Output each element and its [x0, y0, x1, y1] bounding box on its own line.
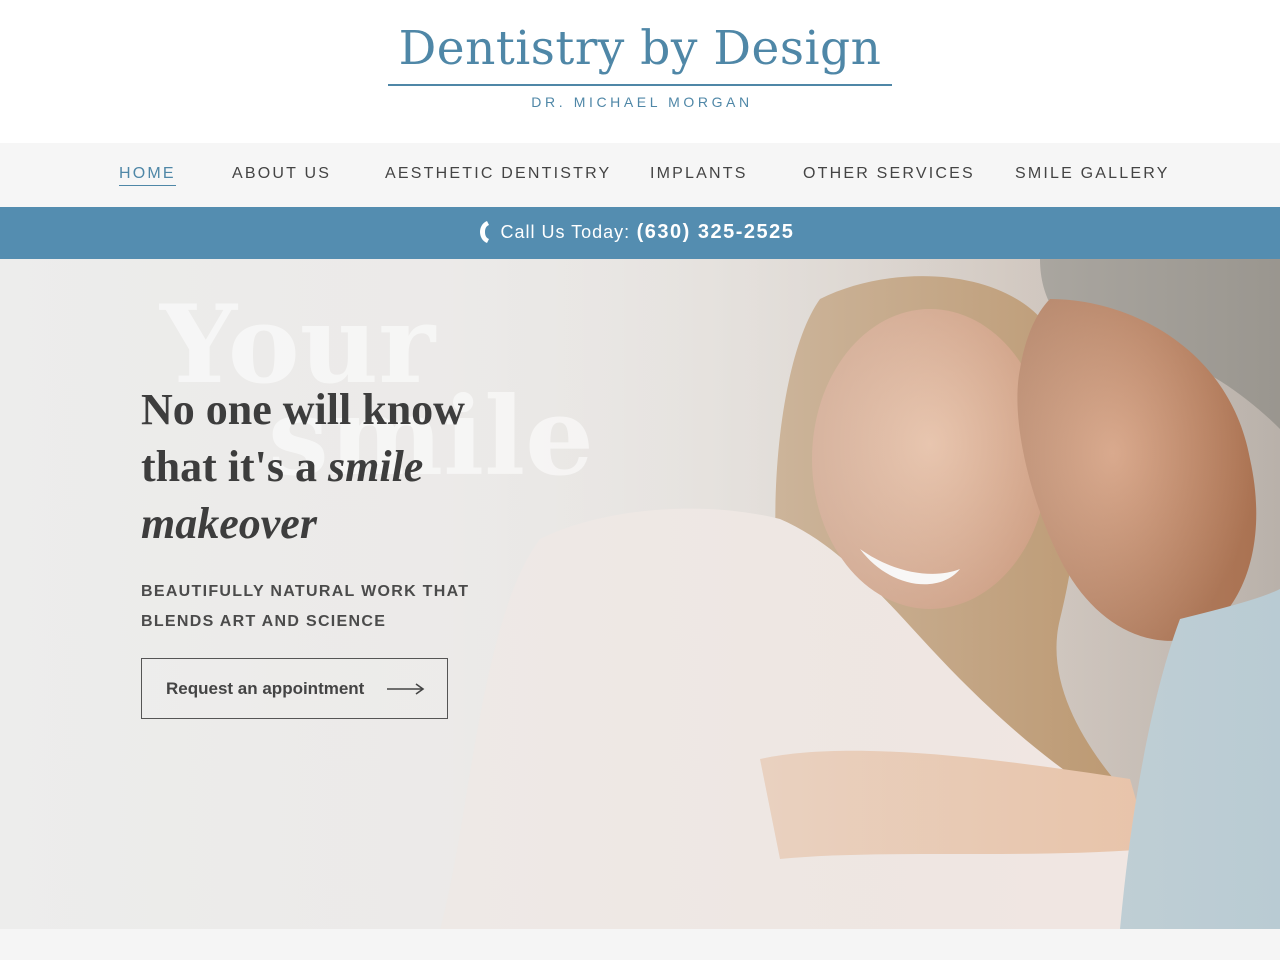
- call-label: Call Us Today:: [500, 221, 631, 242]
- nav-item-implants[interactable]: IMPLANTS: [650, 165, 748, 183]
- headline-line-1: No one will know: [141, 385, 465, 434]
- main-navigation: HOME ABOUT US AESTHETIC DENTISTRY IMPLAN…: [0, 143, 1280, 207]
- call-link[interactable]: Call Us Today: (630) 325-2525: [478, 220, 794, 246]
- headline-line-2: that it's a: [141, 442, 328, 491]
- nav-item-aesthetic-dentistry[interactable]: AESTHETIC DENTISTRY: [385, 165, 611, 183]
- nav-item-smile-gallery[interactable]: SMILE GALLERY: [1015, 165, 1170, 183]
- request-appointment-button[interactable]: Request an appointment: [141, 658, 448, 719]
- hero-subheading: BEAUTIFULLY NATURAL WORK THAT BLENDS ART…: [141, 577, 521, 637]
- site-logo[interactable]: Dentistry by Design DR. MICHAEL MORGAN: [388, 18, 892, 110]
- hero-section: Your smile No one will know that it's a …: [0, 259, 1280, 929]
- phone-number[interactable]: (630) 325-2525: [637, 221, 795, 243]
- nav-item-home[interactable]: HOME: [119, 165, 176, 186]
- logo-title: Dentistry by Design: [398, 21, 882, 76]
- call-bar: Call Us Today: (630) 325-2525: [0, 207, 1280, 259]
- subheading-line-1: BEAUTIFULLY NATURAL WORK THAT: [141, 583, 470, 600]
- request-appointment-label: Request an appointment: [166, 679, 365, 698]
- logo-subtitle: DR. MICHAEL MORGAN: [531, 94, 753, 110]
- logo-divider: [388, 84, 892, 86]
- hero-headline: No one will know that it's a smile makeo…: [141, 381, 561, 552]
- nav-item-other-services[interactable]: OTHER SERVICES: [803, 165, 975, 183]
- site-header: Dentistry by Design DR. MICHAEL MORGAN: [0, 0, 1280, 143]
- headline-emphasis-smile: smile: [328, 442, 424, 491]
- subheading-line-2: BLENDS ART AND SCIENCE: [141, 613, 387, 630]
- nav-item-about-us[interactable]: ABOUT US: [232, 165, 331, 183]
- section-divider-strip: [0, 929, 1280, 960]
- phone-icon: [480, 221, 489, 243]
- headline-emphasis-makeover: makeover: [141, 499, 317, 548]
- arrow-right-icon: [387, 683, 425, 695]
